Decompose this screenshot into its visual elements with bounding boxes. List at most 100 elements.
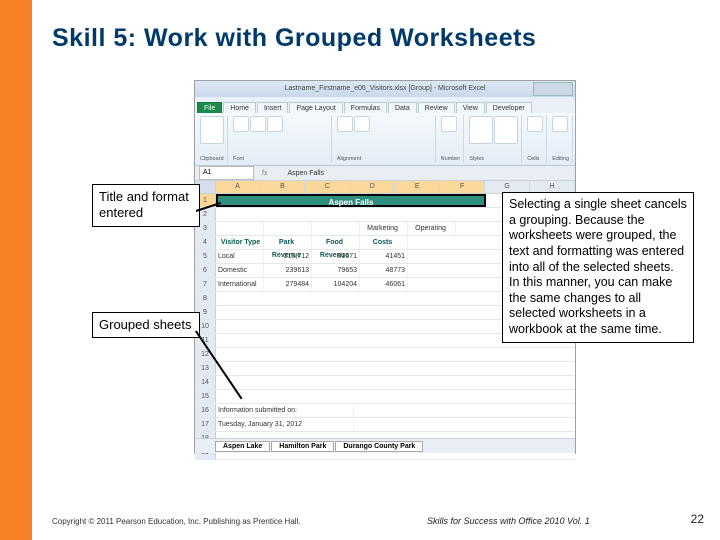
- callout-title-format: Title and format entered: [92, 184, 200, 227]
- callout-explanation: Selecting a single sheet cancels a group…: [502, 192, 694, 343]
- row-header: 8: [195, 292, 216, 305]
- row-header: 14: [195, 376, 216, 389]
- cell: 81671: [312, 250, 360, 263]
- num-icon: [441, 116, 457, 132]
- name-box: A1: [199, 166, 254, 180]
- cell: 279484: [264, 278, 312, 291]
- cell-marketing: Marketing: [360, 222, 408, 235]
- sheet-row: 15: [195, 390, 575, 404]
- cell: 48773: [360, 264, 408, 277]
- align-icon: [354, 116, 370, 132]
- ribbon-label: Styles: [469, 156, 518, 162]
- styles-icon: [469, 116, 493, 144]
- cell: 215,712: [264, 250, 312, 263]
- row-header: 17: [195, 418, 216, 431]
- cell-header: Visitor Type: [216, 236, 264, 249]
- callout-grouped-sheets: Grouped sheets: [92, 312, 200, 338]
- cell: International: [216, 278, 264, 291]
- ribbon-label: Alignment: [337, 156, 432, 162]
- cell: [216, 222, 264, 235]
- page-number: 22: [691, 512, 704, 526]
- tab-developer: Developer: [486, 102, 532, 113]
- cell: 46061: [360, 278, 408, 291]
- ribbon-group-editing: Editing: [549, 115, 573, 163]
- ribbon-group-font: Font: [230, 115, 332, 163]
- tab-formulas: Formulas: [344, 102, 387, 113]
- col-header: C: [305, 181, 350, 193]
- cell: 104204: [312, 278, 360, 291]
- cell: Domestic: [216, 264, 264, 277]
- row-header: 16: [195, 404, 216, 417]
- cell: Local: [216, 250, 264, 263]
- footer-book: Skills for Success with Office 2010 Vol.…: [427, 516, 590, 526]
- cell: [312, 222, 360, 235]
- ribbon-label: Cells: [527, 156, 543, 162]
- sheet-row: 16 Information submitted on:: [195, 404, 575, 418]
- ribbon-label: Font: [233, 156, 328, 162]
- col-header: D: [350, 181, 395, 193]
- sheet-row: 14: [195, 376, 575, 390]
- cell: [264, 222, 312, 235]
- row-header: 15: [195, 390, 216, 403]
- cell-operating: Operating: [408, 222, 456, 235]
- row-header: 6: [195, 264, 216, 277]
- sheet-row: 12: [195, 348, 575, 362]
- merged-title-cell: Aspen Falls: [216, 194, 486, 207]
- col-header: F: [440, 181, 485, 193]
- formula-bar-row: A1 fx Aspen Falls: [195, 166, 575, 181]
- font-icon: [250, 116, 266, 132]
- cell-header: Costs: [360, 236, 408, 249]
- cell-header: Food Revenue: [312, 236, 360, 249]
- ribbon-label: Editing: [552, 156, 569, 162]
- col-header: A: [216, 181, 261, 193]
- formula-bar-value: Aspen Falls: [287, 170, 324, 177]
- ribbon-group-styles: Styles: [466, 115, 522, 163]
- tab-insert: Insert: [257, 102, 289, 113]
- cell-info-label: Information submitted on:: [216, 404, 354, 417]
- footer-copyright: Copyright © 2011 Pearson Education, Inc.…: [52, 517, 301, 526]
- sheet-tabs-bar: Aspen Lake Hamilton Park Durango County …: [195, 438, 575, 453]
- row-header: 4: [195, 236, 216, 249]
- accent-bar: [0, 0, 32, 540]
- tab-pagelayout: Page Layout: [289, 102, 342, 113]
- sheet-row: 13: [195, 362, 575, 376]
- sheet-tab: Aspen Lake: [215, 441, 270, 452]
- font-icon: [267, 116, 283, 132]
- tab-home: Home: [223, 102, 256, 113]
- styles-icon: [494, 116, 518, 144]
- ribbon-label: Number: [441, 156, 461, 162]
- ribbon: Clipboard Font Alignment Number Styles C…: [195, 113, 575, 166]
- ribbon-label: Clipboard: [200, 156, 224, 162]
- row-header: 13: [195, 362, 216, 375]
- row-header: 7: [195, 278, 216, 291]
- excel-window-title: Lastname_Firstname_e06_Visitors.xlsx [Gr…: [284, 85, 485, 92]
- cell: 41451: [360, 250, 408, 263]
- cells-icon: [527, 116, 543, 132]
- row-header: 5: [195, 250, 216, 263]
- tab-file: File: [197, 102, 222, 113]
- col-header: E: [395, 181, 440, 193]
- col-header: B: [260, 181, 305, 193]
- align-icon: [337, 116, 353, 132]
- window-controls: [533, 82, 573, 96]
- slide-title: Skill 5: Work with Grouped Worksheets: [52, 24, 536, 53]
- cell: 239613: [264, 264, 312, 277]
- font-icon: [233, 116, 249, 132]
- edit-icon: [552, 116, 568, 132]
- sheet-row: 17 Tuesday, January 31, 2012: [195, 418, 575, 432]
- slide-content: Skill 5: Work with Grouped Worksheets La…: [32, 0, 720, 540]
- cell-info-date: Tuesday, January 31, 2012: [216, 418, 354, 431]
- tab-review: Review: [418, 102, 455, 113]
- tab-view: View: [456, 102, 485, 113]
- sheet-tab: Durango County Park: [335, 441, 423, 452]
- ribbon-group-alignment: Alignment: [334, 115, 436, 163]
- cell-header: Park Revenue: [264, 236, 312, 249]
- ribbon-group-clipboard: Clipboard: [197, 115, 228, 163]
- excel-titlebar: Lastname_Firstname_e06_Visitors.xlsx [Gr…: [195, 81, 575, 97]
- paste-icon: [200, 116, 224, 144]
- ribbon-group-cells: Cells: [524, 115, 547, 163]
- ribbon-group-number: Number: [438, 115, 465, 163]
- tab-data: Data: [388, 102, 417, 113]
- cell: 79653: [312, 264, 360, 277]
- sheet-tab: Hamilton Park: [271, 441, 334, 452]
